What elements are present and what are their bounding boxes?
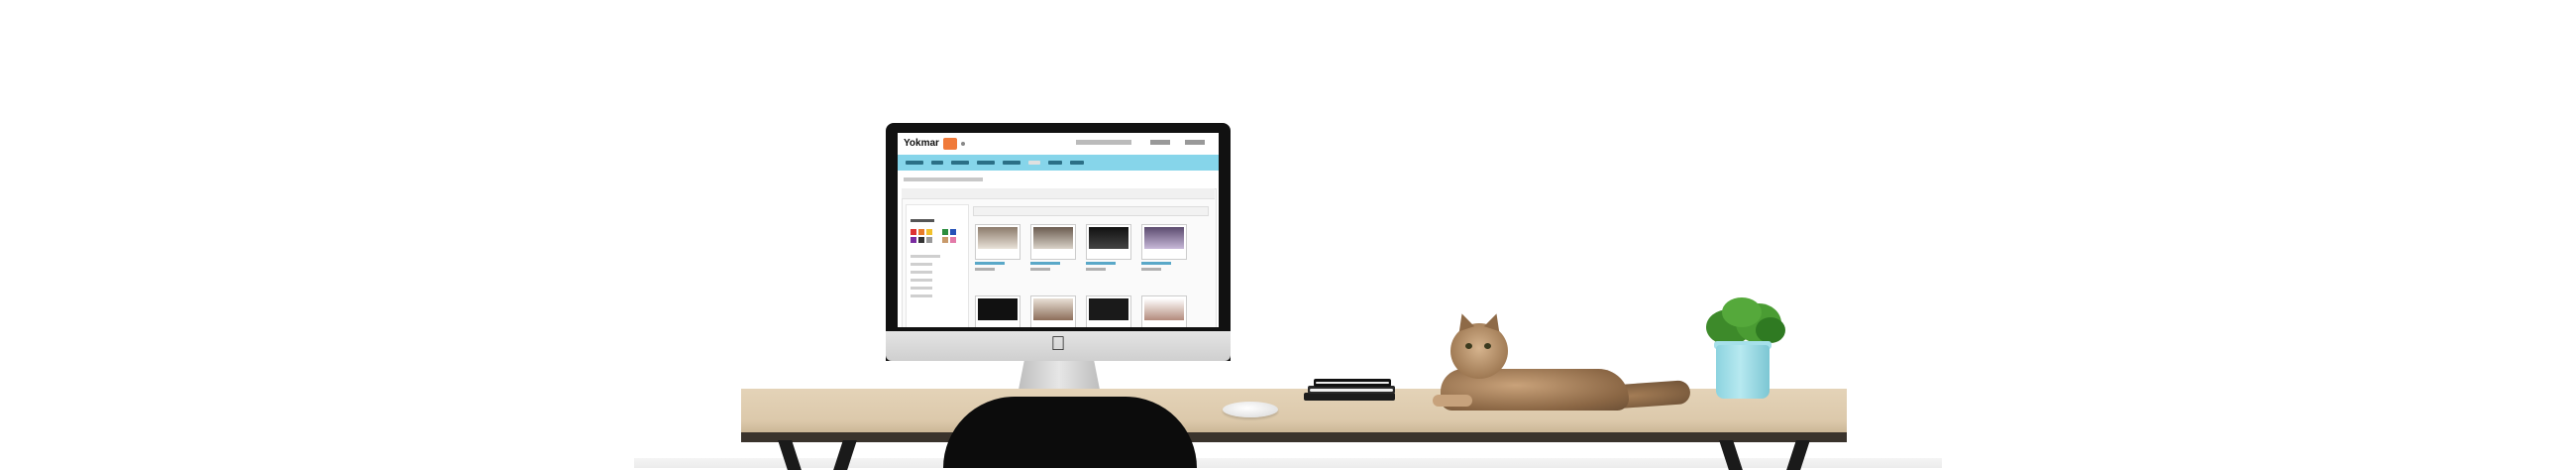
screen-header-dot [961, 142, 965, 146]
apple-logo-icon:  [1050, 333, 1066, 355]
screen-orange-badge [943, 138, 957, 150]
notebook-pages [1310, 389, 1393, 392]
cat-ear [1453, 310, 1475, 332]
screen-thumbnail [1086, 224, 1131, 260]
computer-mouse [1223, 402, 1278, 417]
plant-foliage [1722, 297, 1762, 327]
screen-header-link [1185, 140, 1205, 145]
screen-gallery-panel-header [902, 188, 1215, 199]
screen-nav-bar [898, 155, 1219, 171]
plant-pot [1716, 345, 1770, 399]
screen-header-link [1150, 140, 1170, 145]
screen-app-logo: Yokmar [904, 138, 939, 149]
screen-thumbnail [1141, 295, 1187, 327]
screen-header-promo-text [1076, 140, 1131, 145]
screen-breadcrumb [904, 177, 983, 181]
cat-eye [1465, 343, 1472, 349]
cat-head [1450, 310, 1508, 379]
screen-thumbnail [1086, 295, 1131, 327]
imac-screen: Yokmar [898, 133, 1219, 327]
notebook [1304, 393, 1395, 401]
cat-ear [1483, 310, 1505, 332]
desk-edge [741, 432, 1847, 442]
office-desk-scene: Yokmar [0, 0, 2576, 470]
screen-app-header: Yokmar [898, 133, 1219, 156]
office-chair [943, 397, 1197, 468]
notebook-pages [1316, 382, 1389, 384]
screen-filter-sidebar [906, 204, 969, 327]
screen-thumbnail [1141, 224, 1187, 260]
screen-thumbnail [975, 224, 1020, 260]
screen-thumbnail [1030, 224, 1076, 260]
cat-paws [1433, 395, 1472, 407]
cat-eye [1484, 343, 1491, 349]
screen-thumbnail [1030, 295, 1076, 327]
screen-thumbnail [975, 295, 1020, 327]
plant-foliage [1756, 317, 1785, 343]
screen-results-bar [973, 206, 1209, 216]
floor-shadow [634, 458, 1942, 468]
